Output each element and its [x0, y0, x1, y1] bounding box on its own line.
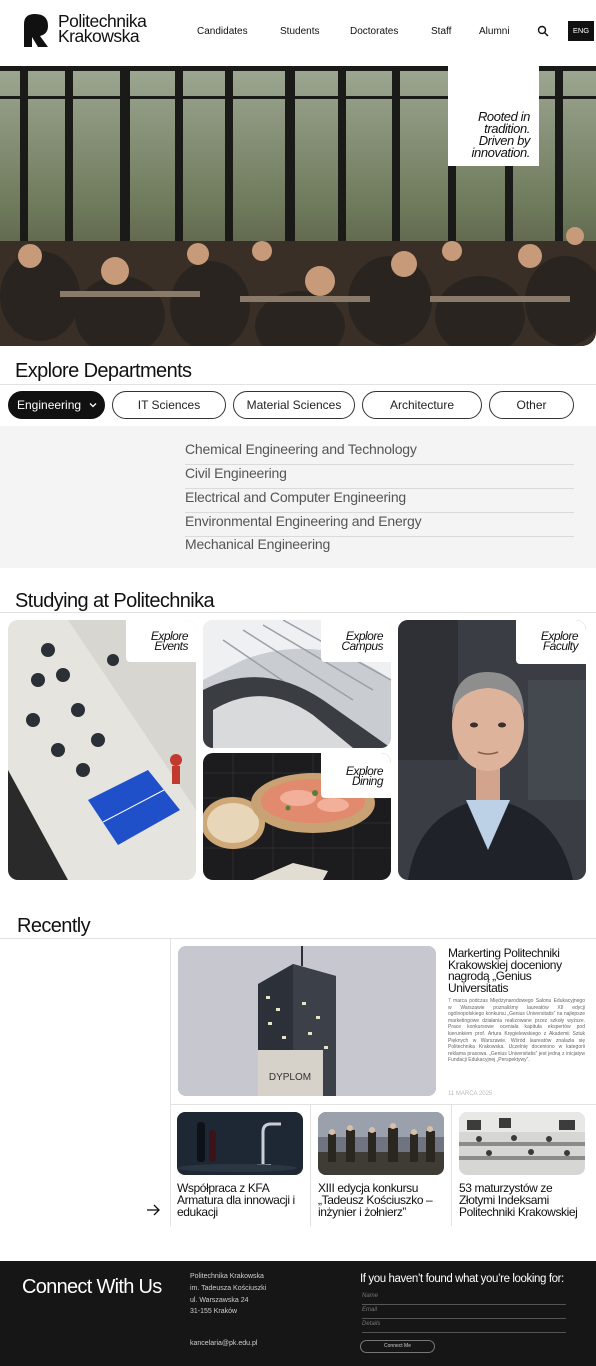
- footer: Connect With Us Politechnika Krakowska i…: [0, 1261, 596, 1366]
- language-button[interactable]: ENG: [568, 21, 594, 41]
- tower-photo: DYPLOM: [178, 946, 436, 1096]
- card-label: Explore Faculty: [541, 630, 579, 653]
- news-card-image[interactable]: [177, 1112, 303, 1175]
- address-line: ul. Warszawska 24: [190, 1297, 249, 1304]
- site-header: Politechnika Krakowska Candidates Studen…: [0, 0, 596, 66]
- hero-tagline: Rooted in tradition. Driven by innovatio…: [471, 109, 531, 160]
- nav-candidates[interactable]: Candidates: [197, 26, 248, 37]
- address-line: im. Tadeusza Kościuszki: [190, 1285, 267, 1292]
- card-explore-faculty[interactable]: Explore Faculty: [398, 620, 586, 880]
- chevron-down-icon: [89, 403, 97, 408]
- department-item[interactable]: Electrical and Computer Engineering: [185, 489, 574, 513]
- connect-button[interactable]: Connect Me: [360, 1340, 435, 1353]
- department-item[interactable]: Chemical Engineering and Technology: [185, 441, 574, 465]
- nav-staff[interactable]: Staff: [431, 26, 451, 37]
- recently-title: Recently: [17, 915, 91, 937]
- email-link[interactable]: kancelaria@pk.edu.pl: [190, 1340, 257, 1347]
- details-field[interactable]: Details: [362, 1321, 566, 1333]
- name-field[interactable]: Name: [362, 1293, 566, 1305]
- filter-architecture[interactable]: Architecture: [362, 391, 482, 419]
- nav-students[interactable]: Students: [280, 26, 319, 37]
- nav-doctorates[interactable]: Doctorates: [350, 26, 398, 37]
- news-card-image[interactable]: [459, 1112, 585, 1175]
- filter-label: IT Sciences: [137, 398, 201, 412]
- logo[interactable]: Politechnika Krakowska: [24, 12, 147, 47]
- address-line: 31-155 Kraków: [190, 1308, 238, 1315]
- filter-material-sciences[interactable]: Material Sciences: [233, 391, 355, 419]
- filter-it-sciences[interactable]: IT Sciences: [112, 391, 226, 419]
- card-label-line-2: Campus: [341, 639, 383, 653]
- address-line: Politechnika Krakowska: [190, 1273, 264, 1280]
- card-label-line-2: Dining: [351, 774, 384, 788]
- filter-label: Other: [516, 398, 547, 412]
- news-main-image[interactable]: DYPLOM: [178, 946, 436, 1096]
- divider: [310, 1104, 311, 1226]
- exam-hall-photo: [459, 1112, 585, 1175]
- divider: [170, 1104, 596, 1105]
- card-label-line-2: Events: [154, 639, 188, 653]
- department-item[interactable]: Mechanical Engineering: [185, 536, 574, 560]
- card-explore-dining[interactable]: Explore Dining: [203, 753, 391, 880]
- filter-label: Engineering: [17, 398, 82, 412]
- nav-alumni[interactable]: Alumni: [479, 26, 510, 37]
- card-label-box: Explore Events: [126, 620, 196, 662]
- news-main-date: 11 MARCA 2025: [448, 1091, 493, 1097]
- department-item[interactable]: Environmental Engineering and Energy: [185, 513, 574, 537]
- filter-label: Material Sciences: [246, 398, 342, 412]
- card-explore-campus[interactable]: Explore Campus: [203, 620, 391, 748]
- filter-other[interactable]: Other: [489, 391, 574, 419]
- card-label: Explore Campus: [341, 630, 383, 653]
- news-main-sign: DYPLOM: [269, 1072, 311, 1083]
- faucet-photo: [177, 1112, 303, 1175]
- card-label: Explore Events: [151, 630, 189, 653]
- logo-mark-icon: [24, 14, 48, 47]
- department-item[interactable]: Civil Engineering: [185, 465, 574, 489]
- divider: [170, 938, 171, 1226]
- card-explore-events[interactable]: Explore Events: [8, 620, 196, 880]
- divider: [0, 384, 596, 385]
- email-field[interactable]: Email: [362, 1307, 566, 1319]
- card-label-box: Explore Campus: [321, 620, 391, 662]
- hero-tagline-box: Rooted in tradition. Driven by innovatio…: [448, 66, 539, 166]
- search-icon[interactable]: [537, 25, 549, 37]
- news-card-image[interactable]: [318, 1112, 444, 1175]
- divider: [0, 612, 596, 613]
- filter-label: Architecture: [389, 398, 455, 412]
- card-label-line-2: Faculty: [542, 639, 579, 653]
- divider: [0, 938, 596, 939]
- filter-engineering[interactable]: Engineering: [8, 391, 105, 419]
- card-label-box: Explore Faculty: [516, 620, 586, 664]
- divider: [451, 1104, 452, 1226]
- footer-title: Connect With Us: [22, 1276, 162, 1298]
- card-label: Explore Dining: [346, 765, 384, 788]
- news-card-title[interactable]: XIII edycja konkursu „Tadeusz Kościuszko…: [318, 1182, 444, 1218]
- card-label-box: Explore Dining: [321, 753, 391, 798]
- departments-title: Explore Departments: [15, 360, 192, 382]
- footer-question: If you haven’t found what you’re looking…: [360, 1273, 564, 1285]
- news-card-title[interactable]: 53 maturzystów ze Złotymi Indeksami Poli…: [459, 1182, 585, 1218]
- painting-photo: [318, 1112, 444, 1175]
- news-main-title[interactable]: Markerting Politechniki Krakowskiej doce…: [448, 947, 588, 994]
- arrow-right-icon[interactable]: [146, 1203, 160, 1217]
- hero-image: Rooted in tradition. Driven by innovatio…: [0, 66, 596, 346]
- logo-line-2: Krakowska: [58, 26, 140, 46]
- news-main-body: 7 marca podczas Międzynarodowego Salonu …: [448, 998, 585, 1064]
- studying-title: Studying at Politechnika: [15, 590, 215, 612]
- news-card-title[interactable]: Współpraca z KFA Armatura dla innowacji …: [177, 1182, 303, 1218]
